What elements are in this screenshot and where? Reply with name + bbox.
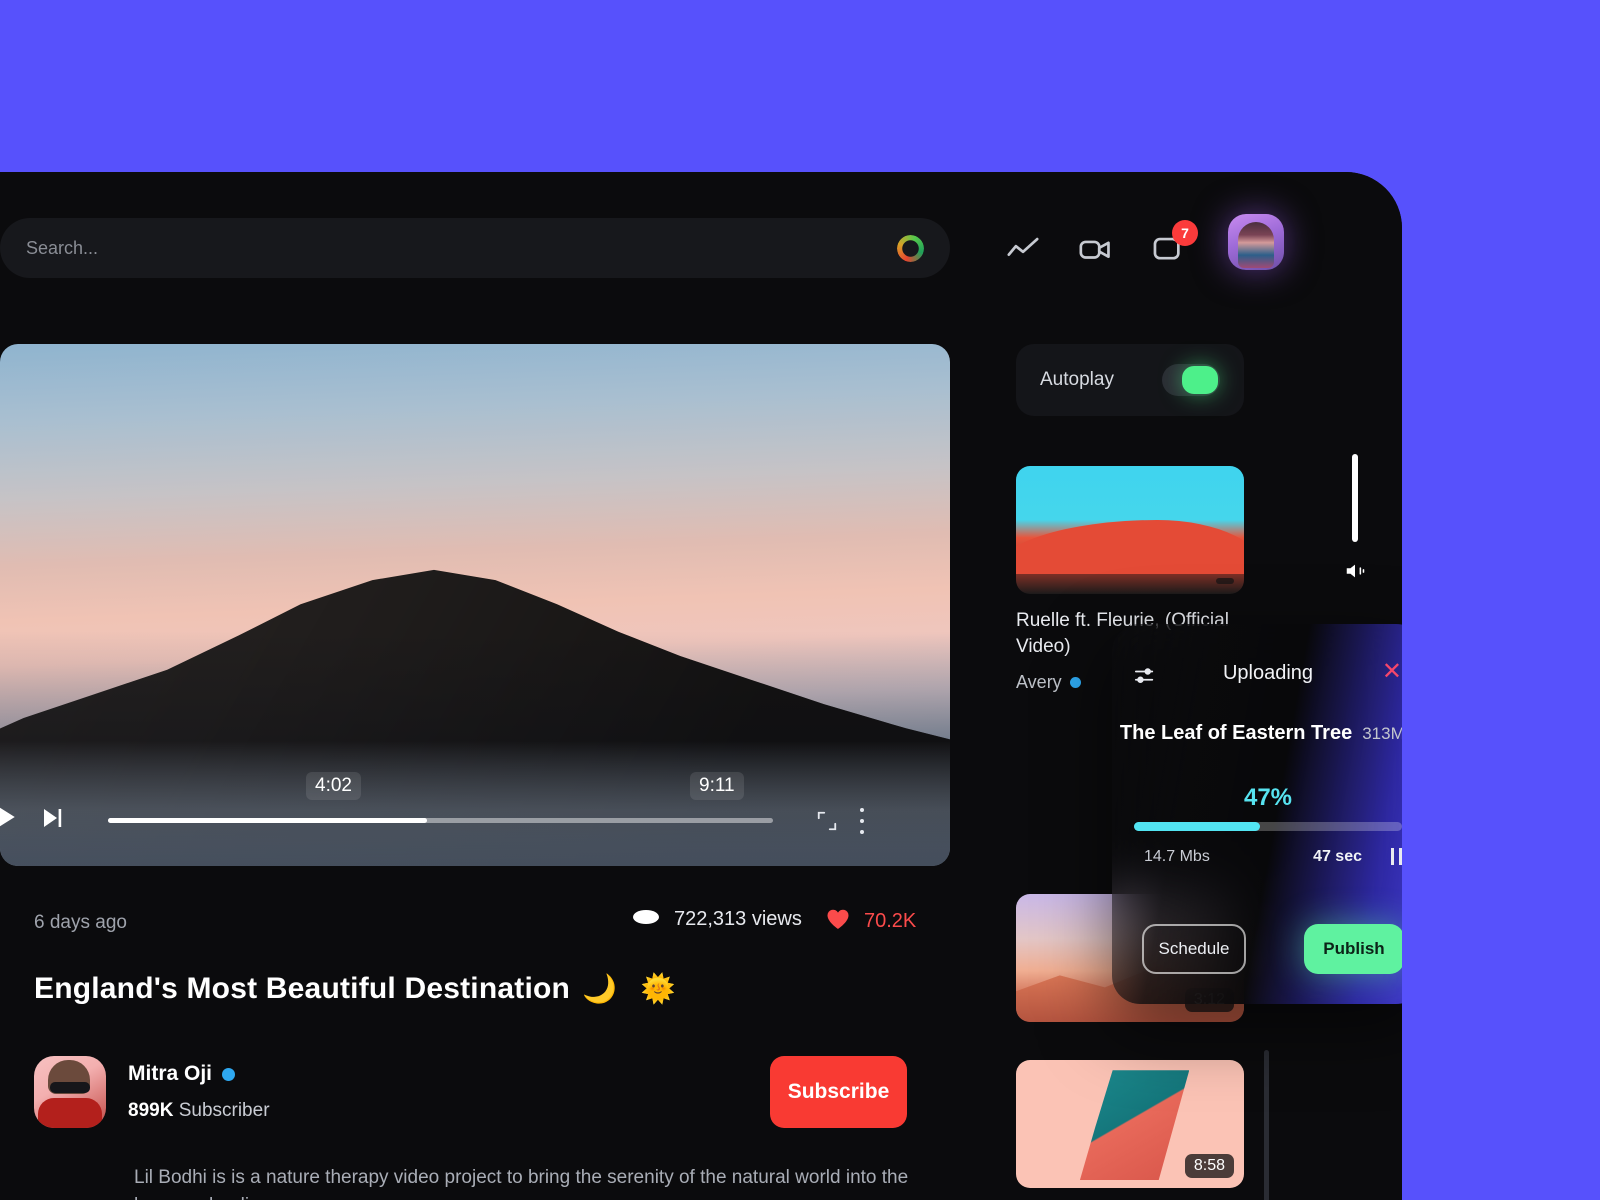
video-camera-icon[interactable] (1078, 232, 1112, 266)
playback-progress-fill (108, 818, 428, 823)
verified-badge-icon (222, 1067, 236, 1081)
autoplay-card[interactable]: Autoplay (1016, 344, 1244, 416)
avatar-coat (38, 1098, 102, 1128)
channel-name-row[interactable]: Mitra Oji (128, 1062, 236, 1086)
total-time-label: 9:11 (690, 772, 744, 800)
posted-date: 6 days ago (34, 912, 127, 933)
video-player[interactable] (0, 344, 950, 866)
autoplay-label: Autoplay (1040, 369, 1114, 390)
chat-bubble-icon[interactable]: 7 (1150, 220, 1198, 266)
views-group: 722,313 views (632, 908, 802, 931)
fullscreen-icon[interactable] (816, 810, 838, 832)
autoplay-toggle[interactable] (1162, 364, 1220, 396)
more-options-icon[interactable] (860, 808, 866, 834)
player-gradient-overlay (0, 344, 950, 866)
page-title: England's Most Beautiful Destination 🌙 🌞 (34, 972, 684, 1006)
upload-filesize: 313MB (1362, 724, 1402, 743)
video-meta-row: 6 days ago 722,313 views 70.2K (0, 892, 950, 962)
pause-icon[interactable] (1391, 848, 1402, 865)
topbar-actions: 7 (1006, 220, 1198, 266)
upload-progress-bar[interactable] (1134, 822, 1402, 831)
volume-slider[interactable] (1352, 454, 1358, 542)
subscriber-number: 899K (128, 1100, 174, 1121)
video-card-channel-name: Avery (1016, 672, 1062, 692)
status-ring-icon[interactable] (897, 234, 924, 262)
chat-unread-badge: 7 (1172, 220, 1198, 246)
upload-progress-fill (1134, 822, 1260, 831)
play-icon[interactable] (0, 804, 18, 832)
volume-icon[interactable] (1344, 560, 1366, 582)
video-thumbnail[interactable]: 8:58 (1016, 1060, 1244, 1188)
upload-eta: 47 sec (1313, 848, 1362, 865)
upload-percent: 47% (1243, 784, 1293, 811)
avatar-image (1238, 222, 1274, 268)
current-time-label: 4:02 (306, 772, 361, 800)
next-track-icon[interactable] (40, 806, 64, 830)
video-description: Lil Bodhi is is a nature therapy video p… (134, 1167, 909, 1200)
video-thumbnail[interactable] (1016, 466, 1244, 594)
close-icon[interactable]: ✕ (1382, 660, 1402, 684)
user-avatar[interactable] (1228, 214, 1284, 270)
thumbnail-art (1016, 519, 1244, 574)
likes-group[interactable]: 70.2K (826, 908, 916, 935)
top-bar: 7 (0, 172, 1402, 312)
sidebar-scrollbar[interactable] (1264, 1050, 1269, 1200)
list-item[interactable]: 8:58 (1016, 1060, 1244, 1188)
publish-button[interactable]: Publish (1304, 924, 1402, 974)
video-duration (1216, 578, 1234, 584)
likes-count: 70.2K (864, 910, 917, 932)
playback-progress-bar[interactable] (108, 818, 773, 823)
subscriber-label: Subscriber (178, 1100, 270, 1121)
title-emoji: 🌙 🌞 (582, 973, 684, 1004)
search-bar[interactable] (0, 218, 950, 278)
schedule-button[interactable]: Schedule (1142, 924, 1246, 974)
video-duration: 8:58 (1184, 1154, 1234, 1178)
views-count: 722,313 views (674, 908, 802, 930)
verified-badge-icon (1069, 677, 1081, 688)
heart-icon[interactable] (826, 908, 850, 935)
upload-modal-title: Uploading (1222, 662, 1314, 684)
avatar-sunglasses (50, 1082, 90, 1093)
subscriber-count: 899K Subscriber (128, 1100, 270, 1122)
upload-filename: The Leaf of Eastern Tree (1119, 722, 1353, 744)
subscribe-button[interactable]: Subscribe (770, 1056, 907, 1128)
upload-file-row: The Leaf of Eastern Tree 313MB (1112, 722, 1402, 745)
upload-modal: Uploading ✕ The Leaf of Eastern Tree 313… (1112, 624, 1402, 1004)
autoplay-toggle-knob (1182, 366, 1218, 394)
video-title-text: England's Most Beautiful Destination (34, 972, 571, 1005)
eye-icon (632, 908, 660, 931)
upload-speed: 14.7 Mbs (1144, 848, 1210, 865)
analytics-line-icon[interactable] (1006, 232, 1040, 266)
app-window: 7 4:02 9:11 6 d (0, 172, 1402, 1200)
channel-name: Mitra Oji (128, 1062, 213, 1085)
channel-avatar[interactable] (34, 1056, 106, 1128)
thumbnail-art (1079, 1070, 1190, 1181)
search-input[interactable] (26, 237, 897, 259)
